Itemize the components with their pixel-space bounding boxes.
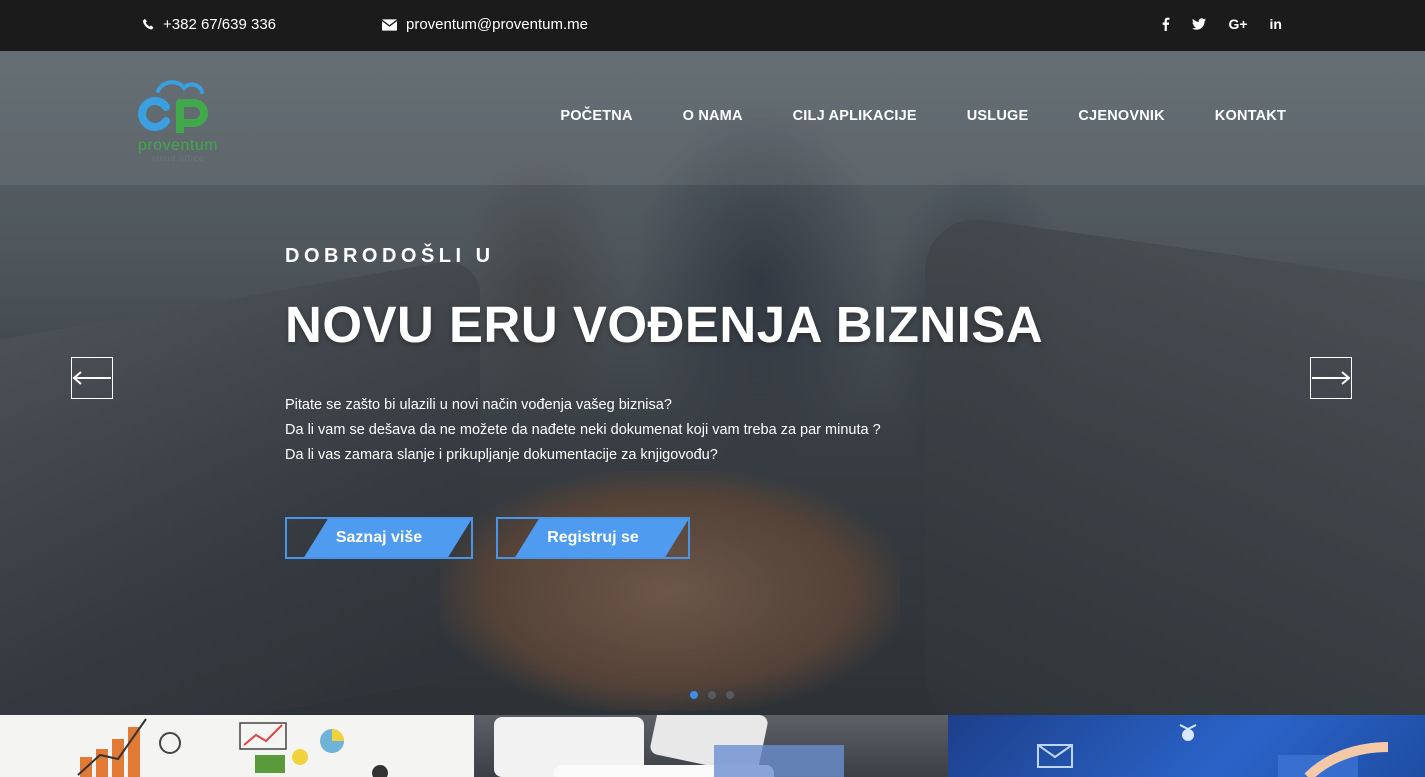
hero-line: Da li vam se dešava da ne možete da nađe… <box>285 422 881 438</box>
nav-item-cjenovnik[interactable]: CJENOVNIK <box>1078 108 1164 124</box>
email-address: proventum@proventum.me <box>406 16 588 33</box>
logo-tagline: cloud office <box>151 154 205 163</box>
nav-item-o-nama[interactable]: O NAMA <box>683 108 743 124</box>
slider-pagination <box>690 691 734 699</box>
register-button[interactable]: Registruj se <box>496 517 690 559</box>
nav-item-kontakt[interactable]: KONTAKT <box>1215 108 1286 124</box>
linkedin-icon[interactable]: in <box>1270 16 1282 32</box>
contact-phone[interactable]: +382 67/639 336 <box>142 16 276 33</box>
facebook-icon[interactable] <box>1161 17 1170 31</box>
feature-thumbnails <box>0 715 1425 777</box>
hero-description: Pitate se zašto bi ulazili u novi način … <box>285 393 881 468</box>
hero-line: Da li vas zamara slanje i prikupljanje d… <box>285 447 718 463</box>
slide-dot[interactable] <box>726 691 734 699</box>
business-sketch-icon <box>77 718 388 777</box>
nav-item-pocetna[interactable]: POČETNA <box>560 108 632 124</box>
hero-title: NOVU ERU VOĐENJA BIZNISA <box>285 296 1044 353</box>
social-links: G+ in <box>1161 16 1282 32</box>
logo-mark-icon <box>138 80 208 133</box>
hero-kicker: DOBRODOŠLI U <box>285 245 495 267</box>
slider-next-button[interactable] <box>1310 357 1352 399</box>
logo-brand: proventum <box>137 137 219 154</box>
hero-line: Pitate se zašto bi ulazili u novi način … <box>285 397 672 413</box>
learn-more-label: Saznaj više <box>335 529 423 546</box>
contact-email[interactable]: proventum@proventum.me <box>382 16 588 33</box>
top-bar: +382 67/639 336 proventum@proventum.me G… <box>0 0 1425 51</box>
slide-dot[interactable] <box>690 691 698 699</box>
feature-image-cloud[interactable] <box>948 715 1425 777</box>
cloud-apps-icon <box>1037 724 1389 777</box>
slide-dot[interactable] <box>708 691 716 699</box>
register-label: Registruj se <box>547 529 639 546</box>
keyboard-icon <box>494 715 844 777</box>
phone-number: +382 67/639 336 <box>163 16 277 33</box>
main-navigation: POČETNA O NAMA CILJ APLIKACIJE USLUGE CJ… <box>560 108 1286 124</box>
slider-prev-button[interactable] <box>71 357 113 399</box>
hero-slider: proventum cloud office POČETNA O NAMA CI… <box>0 51 1425 715</box>
site-logo[interactable]: proventum cloud office <box>128 73 228 165</box>
phone-icon <box>142 18 155 31</box>
feature-image-charts[interactable] <box>0 715 474 777</box>
twitter-icon[interactable] <box>1192 18 1207 30</box>
google-plus-icon[interactable]: G+ <box>1228 16 1247 32</box>
envelope-icon <box>382 18 397 31</box>
nav-item-usluge[interactable]: USLUGE <box>967 108 1029 124</box>
arrow-right-icon <box>1312 371 1351 385</box>
nav-item-cilj-aplikacije[interactable]: CILJ APLIKACIJE <box>793 108 917 124</box>
arrow-left-icon <box>72 371 111 385</box>
feature-image-keyboard[interactable] <box>474 715 948 777</box>
learn-more-button[interactable]: Saznaj više <box>285 517 473 559</box>
